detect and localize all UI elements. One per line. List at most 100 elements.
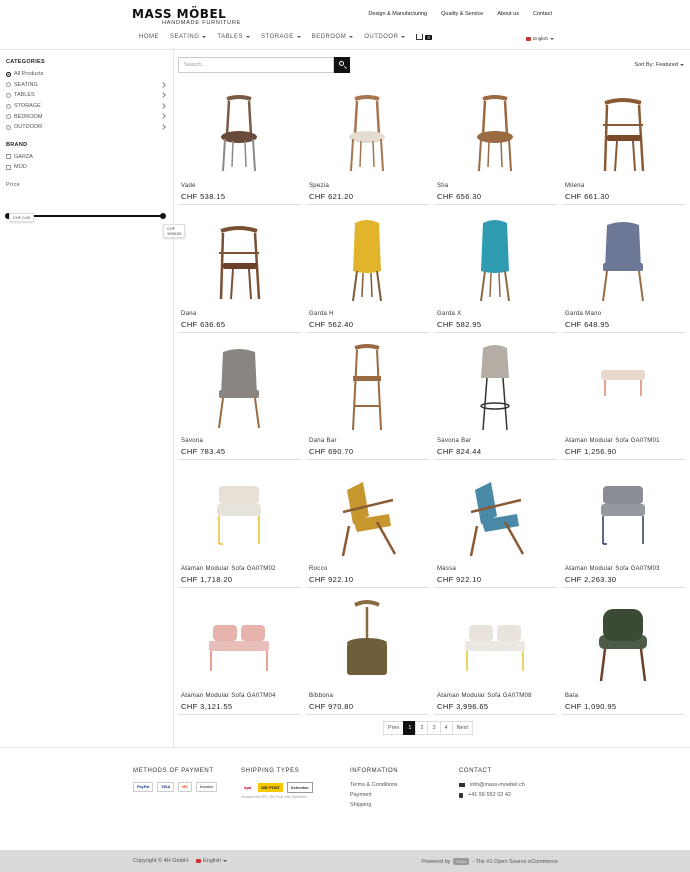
sort-dropdown[interactable]: Sort By: Featured xyxy=(634,62,684,68)
pagination-next[interactable]: Next xyxy=(451,721,473,735)
footer-link-shipping[interactable]: Shipping xyxy=(350,802,398,808)
cart-button[interactable]: 0 xyxy=(416,34,433,40)
category-outdoor[interactable]: OUTDOOR xyxy=(0,122,173,133)
product-image[interactable] xyxy=(434,593,556,691)
product-image[interactable] xyxy=(178,466,300,564)
product-image[interactable] xyxy=(562,83,684,181)
search-button[interactable] xyxy=(334,57,350,73)
product-card[interactable]: Garda Mano CHF 648.95 xyxy=(562,211,684,335)
product-image[interactable] xyxy=(434,338,556,436)
product-name[interactable]: Ataman Modular Sofa GA07M03 xyxy=(565,566,660,572)
product-name[interactable]: Garda X xyxy=(437,311,461,317)
brand-garza[interactable]: GARZA xyxy=(0,152,173,163)
contact-email[interactable]: info@mass-moebel.ch xyxy=(459,782,525,788)
product-name[interactable]: Bibbona xyxy=(309,693,333,699)
product-card[interactable]: Ataman Modular Sofa GA07M01 CHF 1,256.90 xyxy=(562,338,684,462)
language-selector[interactable]: English xyxy=(526,36,554,41)
product-image[interactable] xyxy=(306,211,428,309)
nav-outdoor[interactable]: OUTDOOR xyxy=(364,34,406,40)
nav-storage[interactable]: STORAGE xyxy=(261,34,301,40)
footer-link-terms[interactable]: Terms & Conditions xyxy=(350,782,398,788)
product-image[interactable] xyxy=(562,466,684,564)
product-name[interactable]: Savona Bar xyxy=(437,438,471,444)
product-image[interactable] xyxy=(306,338,428,436)
nav-bedroom[interactable]: BEDROOM xyxy=(312,34,354,40)
checkbox[interactable] xyxy=(6,154,11,160)
chevron-right-icon[interactable] xyxy=(160,92,166,99)
category-bedroom[interactable]: BEDROOM xyxy=(0,111,173,122)
nav-home[interactable]: HOME xyxy=(139,34,159,40)
product-card[interactable]: Vade CHF 538.15 xyxy=(178,83,300,207)
radio[interactable] xyxy=(6,124,11,130)
product-image[interactable] xyxy=(562,338,684,436)
product-name[interactable]: Garda H xyxy=(309,311,334,317)
product-name[interactable]: Ataman Modular Sofa GA07M04 xyxy=(181,693,276,699)
product-name[interactable]: Dana Bar xyxy=(309,438,337,444)
pagination-prev[interactable]: Prev xyxy=(383,721,405,735)
product-card[interactable]: Dana Bar CHF 690.70 xyxy=(306,338,428,462)
checkbox[interactable] xyxy=(6,164,11,170)
product-name[interactable]: Bala xyxy=(565,693,578,699)
chevron-right-icon[interactable] xyxy=(160,102,166,109)
product-image[interactable] xyxy=(434,83,556,181)
product-card[interactable]: Ataman Modular Sofa GA07M08 CHF 3,996.65 xyxy=(434,593,556,717)
chevron-right-icon[interactable] xyxy=(160,124,166,130)
nav-tables[interactable]: TABLES xyxy=(217,34,250,40)
product-card[interactable]: Dana CHF 636.65 xyxy=(178,211,300,335)
toplink-about[interactable]: About us xyxy=(497,11,519,17)
category-tables[interactable]: TABLES xyxy=(0,90,173,101)
product-image[interactable] xyxy=(562,593,684,691)
odoo-logo[interactable]: Odoo xyxy=(453,858,470,865)
product-name[interactable]: Vade xyxy=(181,183,196,189)
product-name[interactable]: Spezia xyxy=(309,183,329,189)
search-input[interactable]: Search... xyxy=(178,57,334,73)
product-card[interactable]: Ataman Modular Sofa GA07M04 CHF 3,121.55 xyxy=(178,593,300,717)
product-image[interactable] xyxy=(434,211,556,309)
product-name[interactable]: Ataman Modular Sofa GA07M01 xyxy=(565,438,660,444)
product-card[interactable]: Milena CHF 661.30 xyxy=(562,83,684,207)
category-seating[interactable]: SEATING xyxy=(0,80,173,91)
footer-language-selector[interactable]: English xyxy=(196,858,228,864)
product-name[interactable]: Milena xyxy=(565,183,584,189)
product-card[interactable]: Stia CHF 656.30 xyxy=(434,83,556,207)
footer-link-payment[interactable]: Payment xyxy=(350,792,398,798)
brand-mod[interactable]: MOD xyxy=(0,162,173,173)
chevron-right-icon[interactable] xyxy=(160,113,166,120)
product-image[interactable] xyxy=(306,593,428,691)
product-card[interactable]: Savona CHF 783.45 xyxy=(178,338,300,462)
product-image[interactable] xyxy=(178,338,300,436)
product-image[interactable] xyxy=(178,593,300,691)
product-name[interactable]: Ataman Modular Sofa GA07M02 xyxy=(181,566,276,572)
nav-seating[interactable]: SEATING xyxy=(170,34,207,40)
product-card[interactable]: Massa CHF 922.10 xyxy=(434,466,556,590)
brand-logo[interactable]: MASS MÖBEL HANDMADE FURNITURE xyxy=(132,7,241,26)
product-image[interactable] xyxy=(178,83,300,181)
price-max-handle[interactable] xyxy=(160,213,166,219)
product-name[interactable]: Stia xyxy=(437,183,449,189)
category-storage[interactable]: STORAGE xyxy=(0,101,173,112)
product-card[interactable]: Rocco CHF 922.10 xyxy=(306,466,428,590)
product-card[interactable]: Bala CHF 1,090.95 xyxy=(562,593,684,717)
radio[interactable] xyxy=(6,103,11,109)
radio[interactable] xyxy=(6,82,11,88)
category-all-products[interactable]: All Products xyxy=(0,69,173,80)
product-name[interactable]: Ataman Modular Sofa GA07M08 xyxy=(437,693,532,699)
chevron-right-icon[interactable] xyxy=(160,81,166,88)
radio-selected[interactable] xyxy=(6,71,11,77)
radio[interactable] xyxy=(6,92,11,98)
product-image[interactable] xyxy=(562,211,684,309)
product-card[interactable]: Ataman Modular Sofa GA07M03 CHF 2,263.30 xyxy=(562,466,684,590)
product-card[interactable]: Spezia CHF 621.20 xyxy=(306,83,428,207)
product-card[interactable]: Bibbona CHF 970.80 xyxy=(306,593,428,717)
product-name[interactable]: Rocco xyxy=(309,566,328,572)
product-card[interactable]: Savona Bar CHF 824.44 xyxy=(434,338,556,462)
radio[interactable] xyxy=(6,114,11,120)
product-card[interactable]: Garda H CHF 562.40 xyxy=(306,211,428,335)
contact-phone[interactable]: +41 56 552 02 42 xyxy=(459,792,525,798)
product-image[interactable] xyxy=(306,466,428,564)
product-image[interactable] xyxy=(434,466,556,564)
product-card[interactable]: Ataman Modular Sofa GA07M02 CHF 1,718.20 xyxy=(178,466,300,590)
product-name[interactable]: Dana xyxy=(181,311,197,317)
product-image[interactable] xyxy=(306,83,428,181)
toplink-design[interactable]: Design & Manufacturing xyxy=(368,11,427,17)
